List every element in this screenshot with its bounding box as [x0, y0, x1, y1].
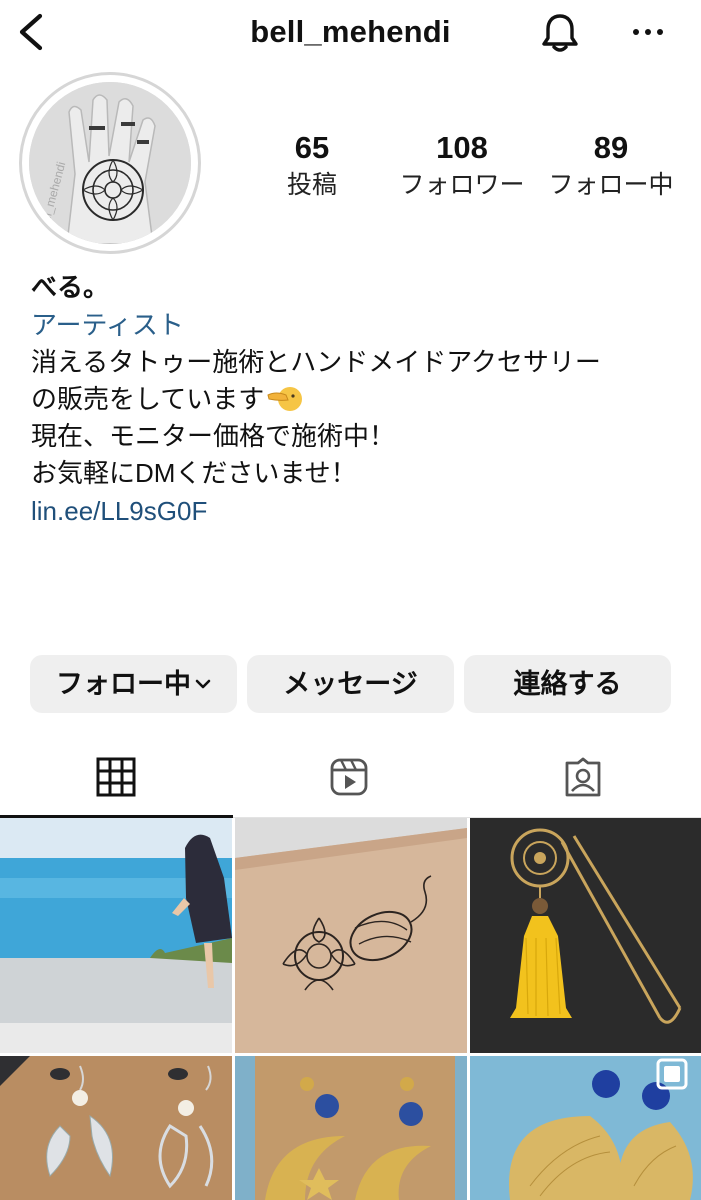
tagged-icon: [565, 757, 601, 797]
message-button-label: メッセージ: [283, 669, 418, 699]
profile-category[interactable]: アーティスト: [31, 306, 681, 344]
posts-grid: [0, 818, 701, 1200]
message-button[interactable]: メッセージ: [247, 655, 454, 713]
following-label: フォロー中: [548, 171, 674, 199]
following-count: 89: [593, 130, 629, 165]
bio-line: 消えるタトゥー施術とハンドメイドアクセサリー: [31, 347, 601, 377]
contact-button[interactable]: 連絡する: [464, 655, 671, 713]
avatar[interactable]: bell_mehendi: [29, 82, 191, 244]
chevron-down-icon: [195, 679, 211, 689]
reels-icon: [330, 758, 368, 796]
posts-count: 65: [294, 130, 330, 165]
following-button-label: フォロー中: [56, 669, 191, 699]
filigree-earrings-photo: [470, 1056, 701, 1200]
tassel-hairpin-photo: [470, 818, 701, 1053]
posts-label: 投稿: [286, 171, 337, 199]
avatar-henna-hand-image: bell_mehendi: [29, 82, 191, 244]
moon-earrings-photo: [235, 1056, 467, 1200]
profile-tabs: [0, 745, 701, 817]
more-icon[interactable]: [628, 22, 668, 42]
bio-line: お気軽にDMくださいませ！: [31, 458, 357, 488]
pearl-earrings-photo: [0, 1056, 232, 1200]
beach-photo: [0, 818, 232, 1053]
followers-stat[interactable]: 108 フォロワー: [387, 128, 537, 202]
posts-stat[interactable]: 65 投稿: [237, 128, 387, 202]
tab-posts-grid[interactable]: [0, 745, 233, 817]
followers-label: フォロワー: [399, 171, 525, 199]
contact-button-label: 連絡する: [513, 669, 622, 699]
top-bar: bell_mehendi: [0, 0, 701, 66]
bio-line-text: の販売をしています: [31, 384, 265, 414]
bio-line-with-emoji: の販売をしています: [31, 381, 681, 418]
tab-reels[interactable]: [233, 745, 466, 817]
grid-post[interactable]: [470, 818, 701, 1053]
profile-username: bell_mehendi: [250, 14, 451, 49]
grid-post[interactable]: [0, 818, 232, 1053]
bio-link[interactable]: lin.ee/LL9sG0F: [31, 492, 681, 530]
grid-icon: [96, 757, 136, 797]
bio-line: 現在、モニター価格で施術中！: [31, 421, 396, 451]
profile-bio: べる。 アーティスト 消えるタトゥー施術とハンドメイドアクセサリー の販売をして…: [31, 268, 681, 530]
grid-post[interactable]: [235, 1056, 467, 1200]
pointing-hand-emoji-icon: [267, 387, 303, 411]
following-button[interactable]: フォロー中: [30, 655, 237, 713]
bell-icon[interactable]: [538, 11, 582, 55]
following-stat[interactable]: 89 フォロー中: [536, 128, 686, 202]
followers-count: 108: [436, 130, 488, 165]
display-name: べる。: [31, 272, 110, 302]
tab-tagged[interactable]: [467, 745, 700, 817]
grid-post[interactable]: [470, 1056, 701, 1200]
henna-arm-photo: [235, 818, 467, 1053]
grid-post[interactable]: [0, 1056, 232, 1200]
grid-post[interactable]: [235, 818, 467, 1053]
